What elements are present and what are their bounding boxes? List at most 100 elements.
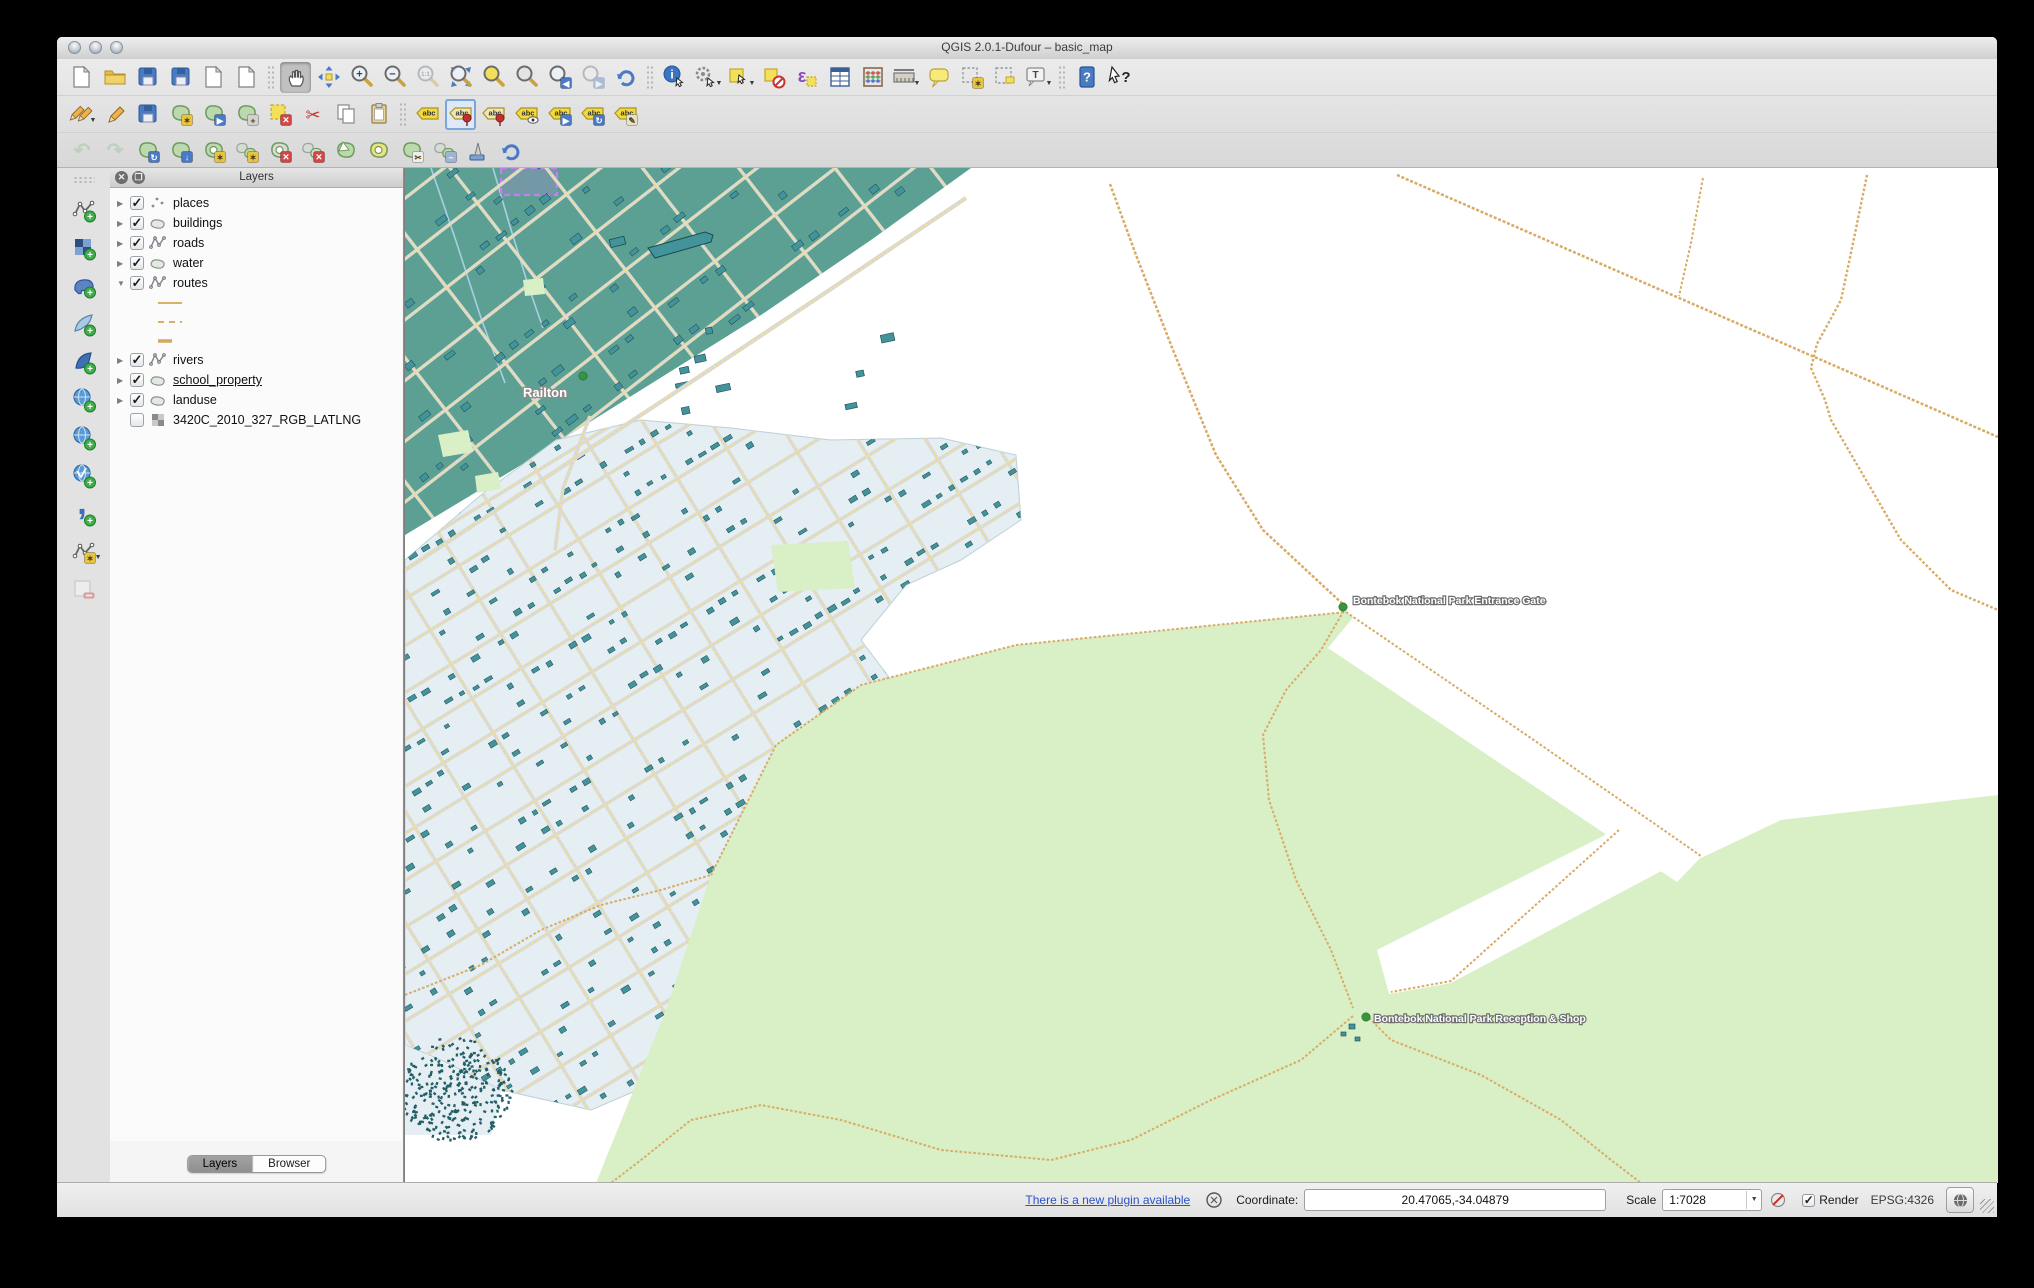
zoom-to-layer-button[interactable] [511,62,542,93]
node-tool-button[interactable]: + [231,99,262,130]
panel-tab-browser[interactable]: Browser [252,1156,325,1172]
measure-button[interactable]: ▼ [890,62,921,93]
expander-icon[interactable]: ▼ [117,279,130,288]
add-vector-layer-button[interactable]: + [66,192,102,228]
pan-map-button[interactable] [280,62,311,93]
expander-icon[interactable]: ▶ [117,259,130,268]
layer-row-school_property[interactable]: ▶✓school_property [110,370,402,390]
field-calculator-button[interactable] [857,62,888,93]
pin-unpin-labels-button[interactable]: abc [445,99,476,130]
add-ring-button[interactable]: ✶ [198,136,229,167]
add-wms-layer-button[interactable]: + [66,382,102,418]
select-features-dropdown-icon[interactable]: ▼ [749,80,756,87]
show-hide-labels-button[interactable]: abc [511,99,542,130]
select-features-button[interactable]: ▼ [725,62,756,93]
highlight-pinned-labels-button[interactable]: abc [478,99,509,130]
coordinate-input[interactable]: 20.47065,-34.04879 [1304,1189,1606,1211]
expander-icon[interactable]: ▶ [117,239,130,248]
new-shapefile-layer-button[interactable]: ✶▼ [66,534,102,570]
add-spatialite-layer-button[interactable]: + [66,306,102,342]
add-wfs-layer-button[interactable]: + [66,458,102,494]
zoom-next-button[interactable]: ▶ [577,62,608,93]
layer-row-places[interactable]: ▶✓places [110,193,402,213]
rotate-label-button[interactable]: abc↻ [577,99,608,130]
title-bar[interactable]: QGIS 2.0.1-Dufour – basic_map [57,37,1997,60]
layer-visibility-checkbox[interactable]: ✓ [130,216,144,230]
toolbar-separator[interactable] [267,65,275,89]
fill-ring-button[interactable] [363,136,394,167]
layer-visibility-checkbox[interactable]: ✓ [130,393,144,407]
close-panel-icon[interactable]: ✕ [115,171,128,184]
layer-row-buildings[interactable]: ▶✓buildings [110,213,402,233]
paste-features-button[interactable] [363,99,394,130]
zoom-out-button[interactable]: − [379,62,410,93]
plugin-icon[interactable] [1203,1189,1225,1211]
add-delimited-text-layer-button[interactable]: ,+ [66,496,102,532]
zoom-last-button[interactable]: ◀ [544,62,575,93]
reshape-features-button[interactable] [330,136,361,167]
zoom-full-button[interactable] [445,62,476,93]
layer-visibility-checkbox[interactable]: ✓ [130,236,144,250]
toolbar-separator[interactable] [646,65,654,89]
select-by-expression-button[interactable]: ε [791,62,822,93]
toolbar-drag-handle[interactable] [73,176,95,183]
zoom-to-selection-button[interactable] [478,62,509,93]
layer-row-3420C_2010_327_RGB_LATLNG[interactable]: 3420C_2010_327_RGB_LATLNG [110,410,402,430]
render-checkbox[interactable]: ✓ [1802,1194,1815,1207]
change-label-properties-button[interactable]: abc✎ [610,99,641,130]
add-feature-button[interactable]: ✶ [165,99,196,130]
simplify-feature-button[interactable]: ↓ [165,136,196,167]
layer-visibility-checkbox[interactable]: ✓ [130,196,144,210]
new-shapefile-layer-dropdown-icon[interactable]: ▼ [95,554,102,561]
delete-ring-button[interactable]: × [264,136,295,167]
layer-row-routes[interactable]: ▼✓routes [110,273,402,293]
save-layer-edits-button[interactable] [132,99,163,130]
scale-combo[interactable]: 1:7028 ▼ [1662,1189,1762,1211]
split-features-button[interactable]: ✂ [396,136,427,167]
layer-row-water[interactable]: ▶✓water [110,253,402,273]
layer-visibility-checkbox[interactable]: ✓ [130,256,144,270]
show-bookmarks-button[interactable] [989,62,1020,93]
stop-render-icon[interactable] [1767,1189,1789,1211]
redo-button[interactable]: ↷ [99,136,130,167]
toolbar-separator[interactable] [399,102,407,126]
expander-icon[interactable]: ▶ [117,219,130,228]
expander-icon[interactable]: ▶ [117,376,130,385]
refresh-map-button[interactable] [610,62,641,93]
scale-dropdown-icon[interactable]: ▼ [1746,1191,1761,1209]
layer-visibility-checkbox[interactable]: ✓ [130,353,144,367]
expander-icon[interactable]: ▶ [117,199,130,208]
layer-labeling-options-button[interactable]: abc [412,99,443,130]
move-feature-button[interactable]: ▶ [198,99,229,130]
current-edits-button[interactable]: ▼ [66,99,97,130]
rotate-feature-button[interactable]: ↻ [132,136,163,167]
new-print-composer-button[interactable] [198,62,229,93]
rotate-point-symbols-button[interactable] [495,136,526,167]
new-bookmark-button[interactable]: ✶ [956,62,987,93]
split-parts-button[interactable]: ~ [429,136,460,167]
layer-visibility-checkbox[interactable]: ✓ [130,373,144,387]
add-wcs-layer-button[interactable]: + [66,420,102,456]
crs-status-button[interactable] [1946,1187,1974,1213]
current-edits-dropdown-icon[interactable]: ▼ [90,117,97,124]
deselect-features-button[interactable] [758,62,789,93]
layer-visibility-checkbox[interactable]: ✓ [130,276,144,290]
add-postgis-layer-button[interactable]: + [66,268,102,304]
resize-grip[interactable] [1980,1199,1994,1213]
cut-features-button[interactable]: ✂ [297,99,328,130]
run-feature-action-dropdown-icon[interactable]: ▼ [716,80,723,87]
undo-button[interactable]: ↶ [66,136,97,167]
measure-dropdown-icon[interactable]: ▼ [914,80,921,87]
layer-row-landuse[interactable]: ▶✓landuse [110,390,402,410]
delete-selected-button[interactable]: × [264,99,295,130]
add-part-button[interactable]: ✶ [231,136,262,167]
toolbar-separator[interactable] [1058,65,1066,89]
layer-row-rivers[interactable]: ▶✓rivers [110,350,402,370]
open-attribute-table-button[interactable] [824,62,855,93]
layer-visibility-checkbox[interactable] [130,413,144,427]
toggle-editing-button[interactable] [99,99,130,130]
text-annotation-button[interactable]: T▼ [1022,62,1053,93]
copy-features-button[interactable] [330,99,361,130]
save-project-button[interactable] [132,62,163,93]
zoom-in-button[interactable]: + [346,62,377,93]
